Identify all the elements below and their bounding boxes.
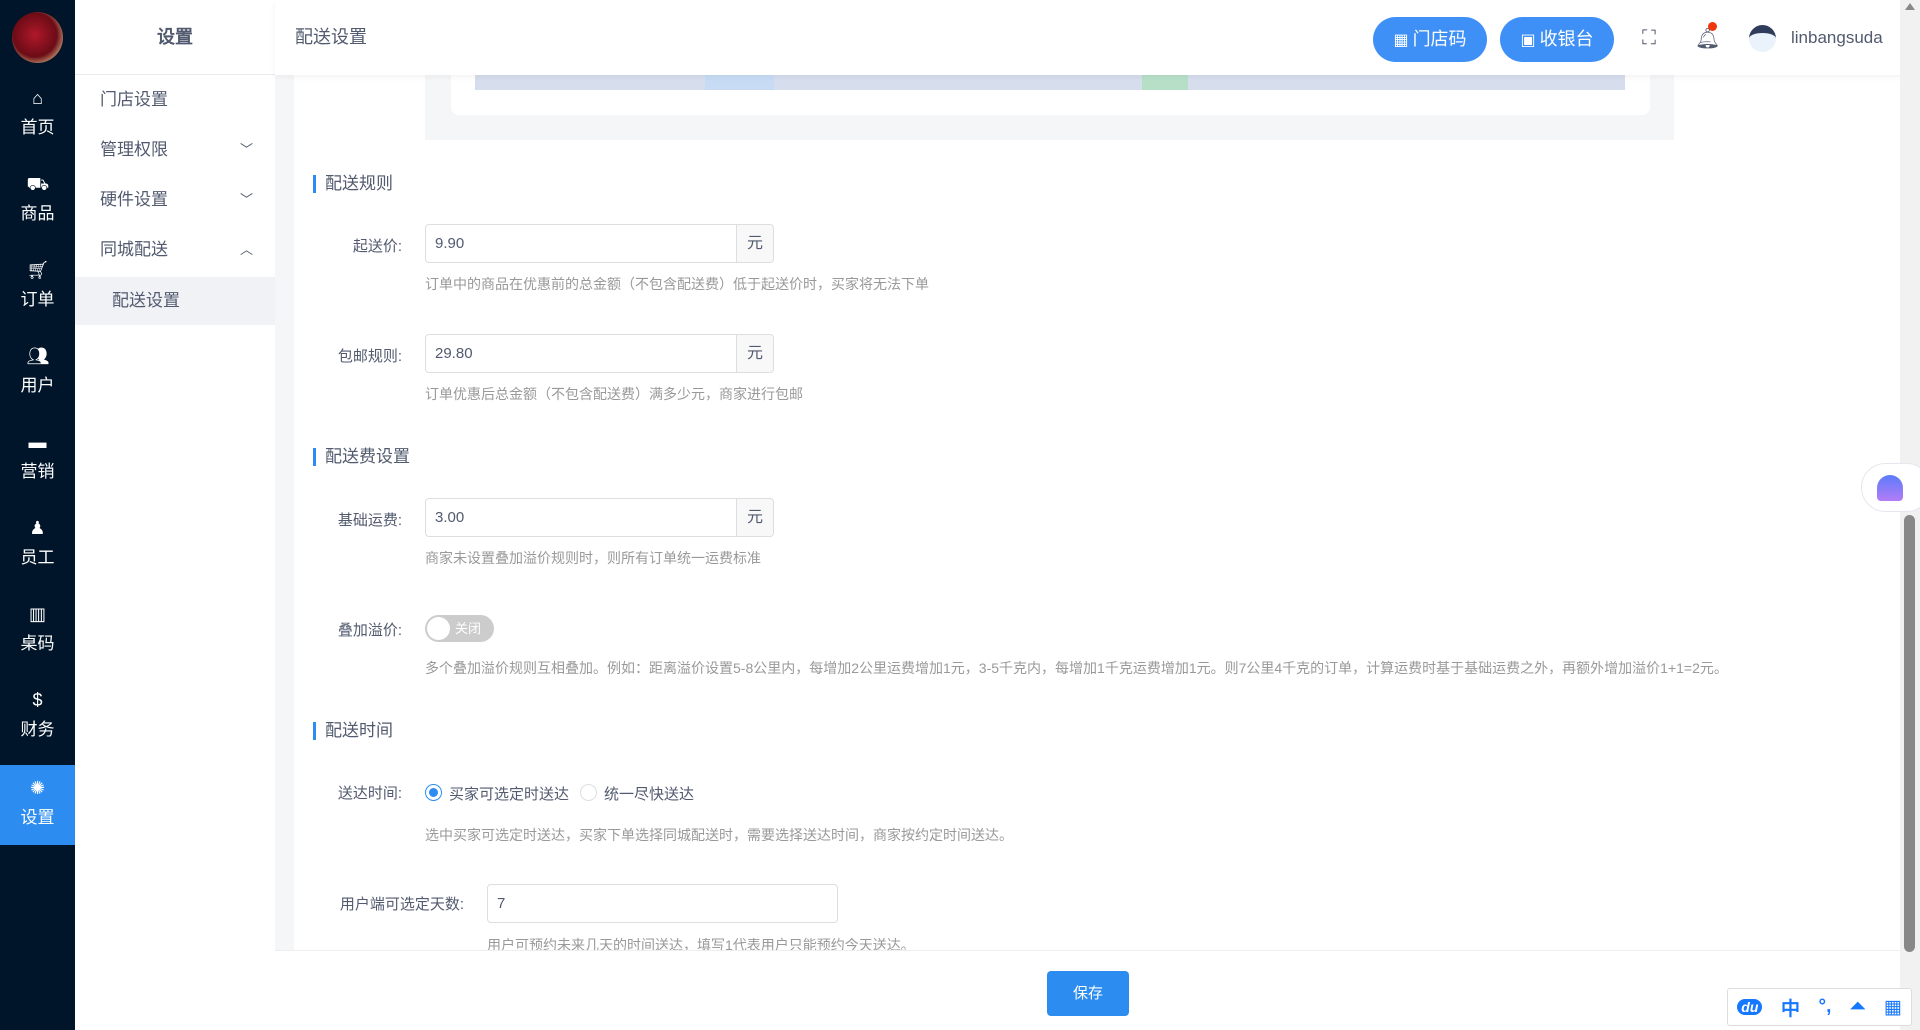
delivery-time-help: 选中买家可选定时送达，买家下单选择同城配送时，需要选择送达时间，商家按约定时间送… [425,827,1013,843]
header: 配送设置 ▦ 门店码 ▣ 收银台 ⛶ 🔔︎ linbangsuda [275,0,1905,75]
delivery-time-label: 送达时间: [337,785,402,802]
scroll-up-icon[interactable] [1905,3,1915,10]
premium-toggle[interactable]: 关闭 [425,615,494,642]
nav-staff[interactable]: ♟ 员工 [0,505,75,585]
ime-punct-toggle[interactable]: °, [1819,996,1832,1018]
nav-home[interactable]: ⌂ 首页 [0,75,75,155]
settings-submenu: 设置 门店设置 管理权限 ﹀ 硬件设置 ﹀ 同城配送 ︿ 配送设置 [75,0,275,1030]
section-title-fee: 配送费设置 [313,448,410,466]
assistant-float-button[interactable] [1861,463,1920,512]
ime-menu-icon[interactable]: ▦ [1884,996,1902,1019]
bottom-action-bar: 保存 [275,950,1900,1030]
cashier-label: 收银台 [1539,29,1594,49]
submenu-label: 配送设置 [112,291,180,310]
table-code-icon: ▥ [28,604,46,624]
unit-addon: 元 [737,224,774,263]
users-icon: 👥︎ [26,346,50,366]
nav-table-code[interactable]: ▥ 桌码 [0,591,75,671]
submenu-label: 管理权限 [100,140,168,159]
bell-icon[interactable]: 🔔︎ [1695,22,1720,51]
toggle-knob [427,617,450,640]
free-shipping-input[interactable]: 29.80 [425,334,737,373]
nav-orders[interactable]: 🛒︎ 订单 [0,247,75,327]
map-card [451,75,1650,115]
submenu-store-settings[interactable]: 门店设置 [75,76,275,124]
save-button[interactable]: 保存 [1047,971,1129,1016]
baidu-ime-icon[interactable]: du [1737,999,1763,1015]
base-fee-input[interactable]: 3.00 [425,498,737,537]
ime-assistant-icon[interactable]: ⏶ [1850,996,1865,1018]
radio-scheduled-label[interactable]: 买家可选定时送达 [449,783,569,804]
premium-label: 叠加溢价: [337,622,402,639]
submenu-label: 门店设置 [100,90,168,109]
submenu-city-delivery[interactable]: 同城配送 ︿ [75,226,275,274]
marketing-icon: ▬ [28,432,47,452]
main-nav: ⌂ 首页 ⛟ 商品 🛒︎ 订单 👥︎ 用户 ▬ 营销 ♟ 员工 ▥ 桌码 $ 财务 ✺ 设置 [0,0,75,1030]
min-order-label: 起送价: [352,238,402,255]
page-title: 配送设置 [295,27,367,47]
cashier-icon: ▣ [1520,32,1536,49]
map[interactable] [475,75,1625,90]
section-title-rules: 配送规则 [313,175,393,193]
submenu-delivery-settings[interactable]: 配送设置 [75,277,275,325]
home-icon: ⌂ [32,88,43,108]
staff-icon: ♟ [29,518,46,538]
notification-dot [1708,22,1717,31]
free-shipping-label: 包邮规则: [337,348,402,365]
ime-toolbar[interactable]: du 中 °, ⏶ ▦ [1727,988,1912,1026]
cart-icon: 🛒︎ [26,260,50,280]
scrollbar[interactable] [1900,0,1920,1030]
toggle-label: 关闭 [455,621,482,636]
gear-icon: ✺ [29,778,46,798]
fullscreen-icon[interactable]: ⛶ [1642,27,1656,50]
qrcode-icon: ▦ [1393,32,1409,49]
dollar-icon: $ [32,690,43,710]
base-fee-label: 基础运费: [337,512,402,529]
submenu-title: 设置 [75,0,275,75]
cashier-button[interactable]: ▣ 收银台 [1500,17,1614,62]
premium-help: 多个叠加溢价规则互相叠加。例如：距离溢价设置5-8公里内，每增加2公里运费增加1… [425,660,1728,676]
basket-icon: ⛟ [26,174,50,194]
submenu-hardware[interactable]: 硬件设置 ﹀ [75,176,275,224]
unit-addon: 元 [737,334,774,373]
username[interactable]: linbangsuda [1791,0,1883,75]
store-code-button[interactable]: ▦ 门店码 [1373,17,1487,62]
section-title-time: 配送时间 [313,722,393,740]
radio-asap-label[interactable]: 统一尽快送达 [604,783,694,804]
nav-finance[interactable]: $ 财务 [0,677,75,757]
submenu-label: 硬件设置 [100,190,168,209]
submenu-label: 同城配送 [100,240,168,259]
min-order-help: 订单中的商品在优惠前的总金额（不包含配送费）低于起送价时，买家将无法下单 [425,276,929,292]
base-fee-help: 商家未设置叠加溢价规则时，则所有订单统一运费标准 [425,550,761,566]
radio-asap[interactable] [580,784,597,801]
store-code-label: 门店码 [1412,29,1467,49]
assistant-icon [1877,475,1903,501]
chevron-down-icon: ﹀ [239,142,253,157]
ime-lang-toggle[interactable]: 中 [1781,994,1800,1021]
nav-marketing[interactable]: ▬ 营销 [0,419,75,499]
submenu-permissions[interactable]: 管理权限 ﹀ [75,126,275,174]
nav-settings[interactable]: ✺ 设置 [0,765,75,845]
store-logo [12,12,63,63]
unit-addon: 元 [737,498,774,537]
free-shipping-help: 订单优惠后总金额（不包含配送费）满多少元，商家进行包邮 [425,386,803,402]
chevron-up-icon: ︿ [239,242,253,257]
days-input[interactable]: 7 [487,884,838,923]
radio-scheduled[interactable] [425,784,442,801]
delivery-settings-form: 配送规则 起送价: 9.90 元 订单中的商品在优惠前的总金额（不包含配送费）低… [294,75,1900,955]
user-avatar[interactable] [1749,25,1776,52]
scrollbar-thumb[interactable] [1904,515,1915,952]
days-label: 用户端可选定天数: [339,896,464,913]
nav-users[interactable]: 👥︎ 用户 [0,333,75,413]
min-order-input[interactable]: 9.90 [425,224,737,263]
chevron-down-icon: ﹀ [239,192,253,207]
map-container [425,75,1674,140]
nav-goods[interactable]: ⛟ 商品 [0,161,75,241]
